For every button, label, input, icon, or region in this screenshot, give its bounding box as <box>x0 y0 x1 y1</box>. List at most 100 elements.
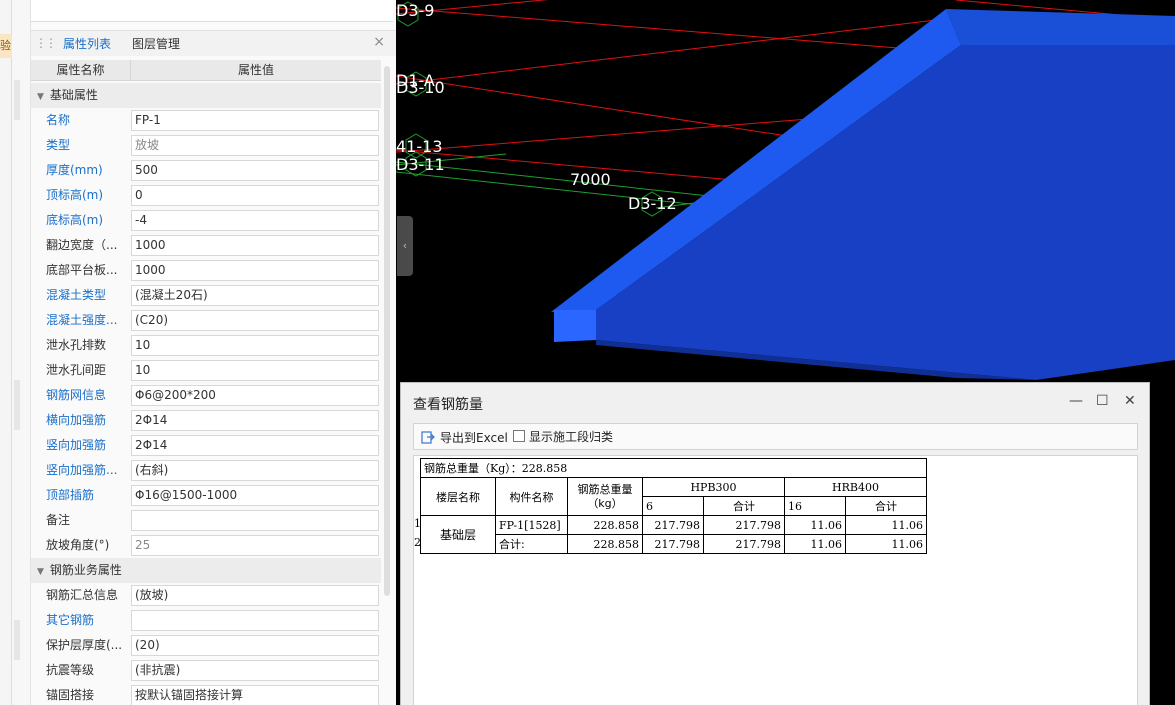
property-row: 竖向加强筋 2Φ14 <box>31 433 381 458</box>
property-value[interactable]: Φ16@1500-1000 <box>131 485 379 506</box>
section-title: ▼ 基础属性 <box>37 83 237 108</box>
property-value[interactable] <box>131 510 379 531</box>
property-row: 底部平台板... 1000 <box>31 258 381 283</box>
header-hrb-16[interactable]: 16 <box>784 496 846 516</box>
property-name: 其它钢筋 <box>46 613 95 627</box>
header-hrb-sum[interactable]: 合计 <box>845 496 927 516</box>
header-hpb-6[interactable]: 6 <box>642 496 704 516</box>
property-value[interactable]: (放坡) <box>131 585 379 606</box>
property-value[interactable]: 2Φ14 <box>131 435 379 456</box>
property-value[interactable]: 10 <box>131 335 379 356</box>
tab-layer-management[interactable]: 图层管理 <box>132 35 180 53</box>
drag-grip-icon[interactable]: ⋮⋮ <box>35 36 57 50</box>
rebar-sheet: 1 2 钢筋总重量（Kg）：228.858 楼层名称 构件名称 钢筋总重量 （k… <box>413 455 1138 705</box>
gutter-block <box>14 620 20 660</box>
close-icon[interactable]: × <box>373 34 385 50</box>
component-cell[interactable]: 合计: <box>495 534 568 554</box>
export-excel-icon[interactable] <box>421 430 435 444</box>
panel-collapse-handle[interactable]: ‹ <box>397 216 413 276</box>
property-row: 保护层厚度(... (20) <box>31 633 381 658</box>
hpb-sum-cell[interactable]: 217.798 <box>703 534 785 554</box>
property-name: 顶标高(m) <box>46 188 104 202</box>
property-value[interactable]: 放坡 <box>131 135 379 156</box>
component-cell[interactable]: FP-1[1528] <box>495 515 568 535</box>
table-row: 合计: 228.858 217.798 217.798 11.06 11.06 <box>421 534 927 554</box>
slope-top-edge <box>946 9 1175 45</box>
property-row: 泄水孔排数 10 <box>31 333 381 358</box>
minimize-icon[interactable]: — <box>1069 393 1083 409</box>
hrb-sum-cell[interactable]: 11.06 <box>845 515 927 535</box>
property-value[interactable]: 1000 <box>131 260 379 281</box>
column-name-header: 属性名称 <box>31 60 131 81</box>
property-name: 类型 <box>46 138 71 152</box>
export-excel-button[interactable]: 导出到Excel <box>440 429 508 446</box>
property-name: 横向加强筋 <box>46 413 107 427</box>
hpb-sum-cell[interactable]: 217.798 <box>703 515 785 535</box>
hrb-sum-cell[interactable]: 11.06 <box>845 534 927 554</box>
property-name: 厚度(mm) <box>46 163 103 177</box>
property-value[interactable]: (20) <box>131 635 379 656</box>
hpb-6-cell[interactable]: 217.798 <box>642 515 704 535</box>
header-total-weight[interactable]: 钢筋总重量 （kg） <box>567 477 643 516</box>
property-value[interactable]: 25 <box>131 535 379 556</box>
property-row: 抗震等级 (非抗震) <box>31 658 381 683</box>
property-value[interactable]: 按默认锚固搭接计算 <box>131 685 379 705</box>
property-value[interactable]: (混凝土20石) <box>131 285 379 306</box>
dimension-label: 7000 <box>570 170 611 189</box>
property-value[interactable]: 0 <box>131 185 379 206</box>
section-basic[interactable]: ▼ 基础属性 <box>31 83 381 108</box>
left-strip-tag[interactable]: 验 <box>0 34 12 58</box>
property-name: 放坡角度(°) <box>46 538 110 552</box>
property-value[interactable]: FP-1 <box>131 110 379 131</box>
total-cell[interactable]: 228.858 <box>567 515 643 535</box>
tab-property-list[interactable]: 属性列表 <box>63 35 111 53</box>
header-hpb-sum[interactable]: 合计 <box>703 496 785 516</box>
property-value[interactable] <box>131 610 379 631</box>
hpb-6-cell[interactable]: 217.798 <box>642 534 704 554</box>
property-value[interactable]: 500 <box>131 160 379 181</box>
collapse-arrow-icon[interactable]: ▼ <box>37 92 44 102</box>
hrb-16-cell[interactable]: 11.06 <box>784 515 846 535</box>
panel-scrollbar[interactable] <box>384 66 390 596</box>
property-name: 竖向加强筋 <box>46 438 107 452</box>
header-hrb400[interactable]: HRB400 <box>784 477 927 497</box>
property-value[interactable]: -4 <box>131 210 379 231</box>
property-row: 横向加强筋 2Φ14 <box>31 408 381 433</box>
gutter-block <box>14 80 20 120</box>
summary-cell[interactable]: 钢筋总重量（Kg）：228.858 <box>420 458 927 478</box>
property-row: 放坡角度(°) 25 <box>31 533 381 558</box>
property-row: 翻边宽度（... 1000 <box>31 233 381 258</box>
close-icon[interactable]: ✕ <box>1124 393 1136 409</box>
maximize-icon[interactable]: ☐ <box>1096 393 1109 409</box>
property-value[interactable]: 1000 <box>131 235 379 256</box>
collapse-arrow-icon[interactable]: ▼ <box>37 567 44 577</box>
property-name: 混凝土类型 <box>46 288 107 302</box>
hrb-16-cell[interactable]: 11.06 <box>784 534 846 554</box>
section-title: ▼ 钢筋业务属性 <box>37 558 237 583</box>
property-name: 抗震等级 <box>46 663 95 677</box>
property-value[interactable]: (右斜) <box>131 460 379 481</box>
property-name: 保护层厚度(... <box>46 638 123 652</box>
property-panel: ⋮⋮ 属性列表 图层管理 × 属性名称 属性值 ▼ 基础属性 名称 FP-1 类型放… <box>30 0 397 705</box>
property-value[interactable]: (非抗震) <box>131 660 379 681</box>
property-value[interactable]: Φ6@200*200 <box>131 385 379 406</box>
property-name: 名称 <box>46 113 71 127</box>
header-floor[interactable]: 楼层名称 <box>420 477 496 516</box>
property-value[interactable]: 10 <box>131 360 379 381</box>
total-cell[interactable]: 228.858 <box>567 534 643 554</box>
section-rebar-business[interactable]: ▼ 钢筋业务属性 <box>31 558 381 583</box>
header-component[interactable]: 构件名称 <box>495 477 568 516</box>
header-hpb300[interactable]: HPB300 <box>642 477 785 497</box>
property-name: 顶部插筋 <box>46 488 95 502</box>
section-title-text: 基础属性 <box>49 88 98 102</box>
show-stage-checkbox[interactable] <box>513 430 525 442</box>
property-row: 顶标高(m) 0 <box>31 183 381 208</box>
property-name: 竖向加强筋... <box>46 463 118 477</box>
property-value[interactable]: 2Φ14 <box>131 410 379 431</box>
property-value[interactable]: (C20) <box>131 310 379 331</box>
property-row: 钢筋汇总信息 (放坡) <box>31 583 381 608</box>
slope-bottom-lip <box>554 310 596 342</box>
property-row: 泄水孔间距 10 <box>31 358 381 383</box>
floor-cell[interactable]: 基础层 <box>420 515 496 554</box>
property-row: 顶部插筋 Φ16@1500-1000 <box>31 483 381 508</box>
